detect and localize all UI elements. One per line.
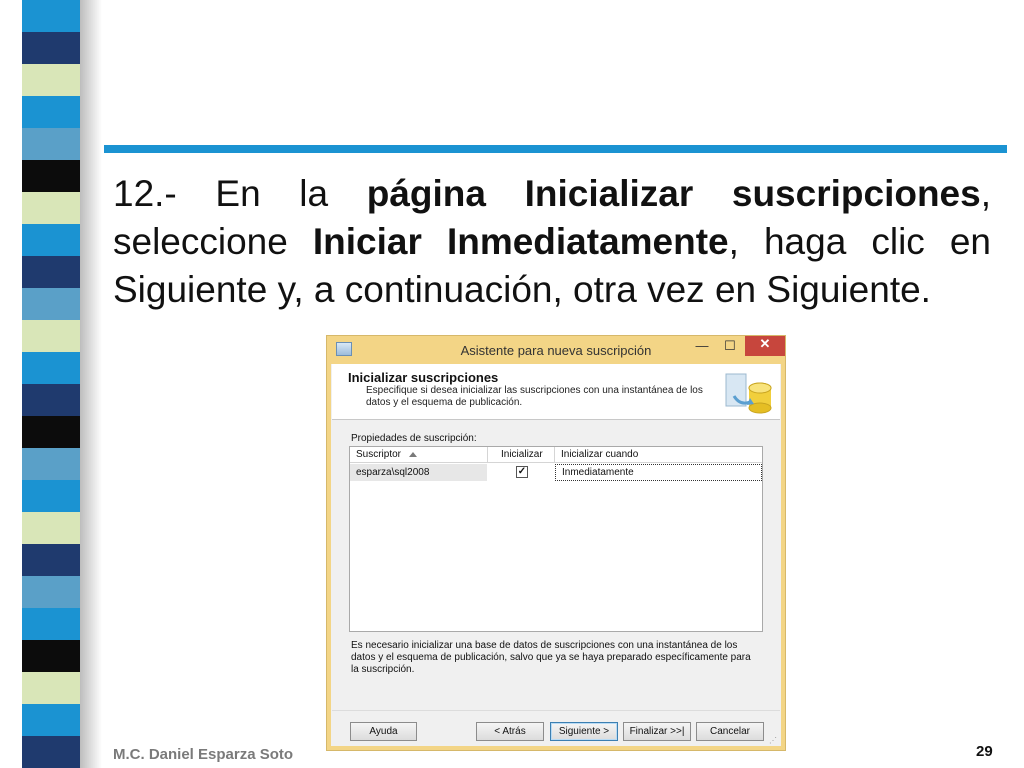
stripe-segment bbox=[22, 384, 80, 416]
stripe-segment bbox=[22, 576, 80, 608]
page-number: 29 bbox=[976, 743, 993, 760]
column-header-subscriber[interactable]: Suscriptor bbox=[356, 449, 418, 460]
subscriber-cell: esparza\sql2008 bbox=[350, 464, 487, 481]
close-button[interactable]: ✕ bbox=[745, 336, 785, 356]
properties-label: Propiedades de suscripción: bbox=[351, 433, 477, 444]
footer-author: M.C. Daniel Esparza Soto bbox=[113, 746, 294, 763]
sort-ascending-icon bbox=[409, 451, 418, 457]
cancel-button[interactable]: Cancelar bbox=[696, 722, 764, 741]
column-header-when[interactable]: Inicializar cuando bbox=[561, 449, 638, 460]
table-row[interactable]: esparza\sql2008 ✓ Inmediatamente bbox=[350, 464, 762, 481]
dialog-titlebar[interactable]: Asistente para nueva suscripción — ☐ ✕ bbox=[327, 336, 785, 364]
stripe-segment bbox=[22, 640, 80, 672]
initialize-when-dropdown[interactable]: Inmediatamente bbox=[555, 464, 762, 481]
initialize-checkbox[interactable]: ✓ bbox=[516, 466, 528, 478]
stripe-segment bbox=[22, 32, 80, 64]
page-heading: Inicializar suscripciones bbox=[348, 370, 499, 385]
stripe-segment bbox=[22, 224, 80, 256]
slide-paragraph: 12.- En la página Inicializar suscripcio… bbox=[113, 170, 991, 314]
maximize-button[interactable]: ☐ bbox=[717, 338, 743, 356]
stripe-segment bbox=[22, 736, 80, 768]
stripe-segment bbox=[22, 512, 80, 544]
stripe-shadow bbox=[80, 0, 102, 768]
stripe-segment bbox=[22, 416, 80, 448]
page-description: Especifique si desea inicializar las sus… bbox=[366, 385, 703, 408]
subscription-grid: Suscriptor Inicializar Inicializar cuand… bbox=[349, 446, 763, 632]
column-separator[interactable] bbox=[554, 447, 555, 463]
stripe-segment bbox=[22, 320, 80, 352]
paragraph-text-1: 12.- En la bbox=[113, 173, 367, 214]
stripe-segment bbox=[22, 256, 80, 288]
stripe-segment bbox=[22, 448, 80, 480]
column-separator[interactable] bbox=[487, 447, 488, 463]
stripe-segment bbox=[22, 672, 80, 704]
database-sync-icon bbox=[725, 373, 772, 414]
stripe-segment bbox=[22, 352, 80, 384]
paragraph-bold-1: página Inicializar suscripciones bbox=[366, 173, 981, 214]
stripe-segment bbox=[22, 288, 80, 320]
stripe-segment bbox=[22, 0, 80, 32]
button-bar: Ayuda < Atrás Siguiente > Finalizar >>| … bbox=[332, 710, 780, 741]
stripe-segment bbox=[22, 704, 80, 736]
stripe-segment bbox=[22, 160, 80, 192]
minimize-button[interactable]: — bbox=[689, 338, 715, 356]
stripe-segment bbox=[22, 544, 80, 576]
column-header-initialize[interactable]: Inicializar bbox=[501, 449, 543, 460]
stripe-segment bbox=[22, 128, 80, 160]
paragraph-bold-2: Iniciar Inmediatamente bbox=[312, 221, 729, 262]
header-rule bbox=[104, 145, 1007, 153]
stripe-segment bbox=[22, 480, 80, 512]
stripe-segment bbox=[22, 64, 80, 96]
back-button[interactable]: < Atrás bbox=[476, 722, 544, 741]
wizard-banner: Inicializar suscripciones Especifique si… bbox=[332, 364, 780, 420]
grid-header: Suscriptor Inicializar Inicializar cuand… bbox=[350, 447, 762, 463]
resize-grip-icon[interactable]: ⋰ bbox=[769, 736, 777, 745]
decorative-stripe bbox=[22, 0, 80, 768]
stripe-segment bbox=[22, 96, 80, 128]
column-header-subscriber-label: Suscriptor bbox=[356, 449, 402, 460]
stripe-segment bbox=[22, 192, 80, 224]
finish-button[interactable]: Finalizar >>| bbox=[623, 722, 691, 741]
help-button[interactable]: Ayuda bbox=[350, 722, 417, 741]
next-button[interactable]: Siguiente > bbox=[550, 722, 618, 741]
initialization-note: Es necesario inicializar una base de dat… bbox=[351, 640, 751, 675]
stripe-segment bbox=[22, 608, 80, 640]
wizard-dialog: Asistente para nueva suscripción — ☐ ✕ I… bbox=[326, 335, 786, 751]
initialize-cell: ✓ bbox=[488, 464, 554, 481]
dialog-client: Inicializar suscripciones Especifique si… bbox=[332, 364, 780, 746]
